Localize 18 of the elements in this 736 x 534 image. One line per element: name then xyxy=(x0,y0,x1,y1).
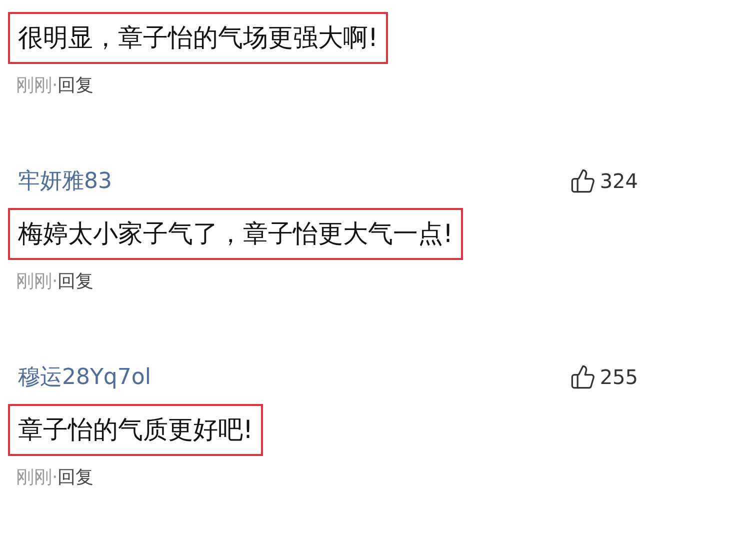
like-count: 255 xyxy=(600,365,638,389)
comment-text: 梅婷太小家子气了，章子怡更大气一点! xyxy=(8,208,464,260)
reply-link[interactable]: 回复 xyxy=(58,270,94,294)
timestamp: 刚刚 xyxy=(16,270,52,294)
timestamp: 刚刚 xyxy=(16,466,52,490)
reply-link[interactable]: 回复 xyxy=(58,466,94,490)
thumbs-up-icon[interactable] xyxy=(570,364,596,390)
thumbs-up-icon[interactable] xyxy=(570,168,596,194)
username[interactable]: 牢妍雅83 xyxy=(18,166,112,196)
like-count: 324 xyxy=(600,169,638,193)
separator: · xyxy=(52,270,58,294)
comment-text: 章子怡的气质更好吧! xyxy=(8,404,264,456)
separator: · xyxy=(52,466,58,490)
separator: · xyxy=(52,74,58,98)
username[interactable]: 穆运28Yq7ol xyxy=(18,362,151,392)
comment-text: 很明显，章子怡的气场更强大啊! xyxy=(8,12,388,64)
timestamp: 刚刚 xyxy=(16,74,52,98)
reply-link[interactable]: 回复 xyxy=(58,74,94,98)
